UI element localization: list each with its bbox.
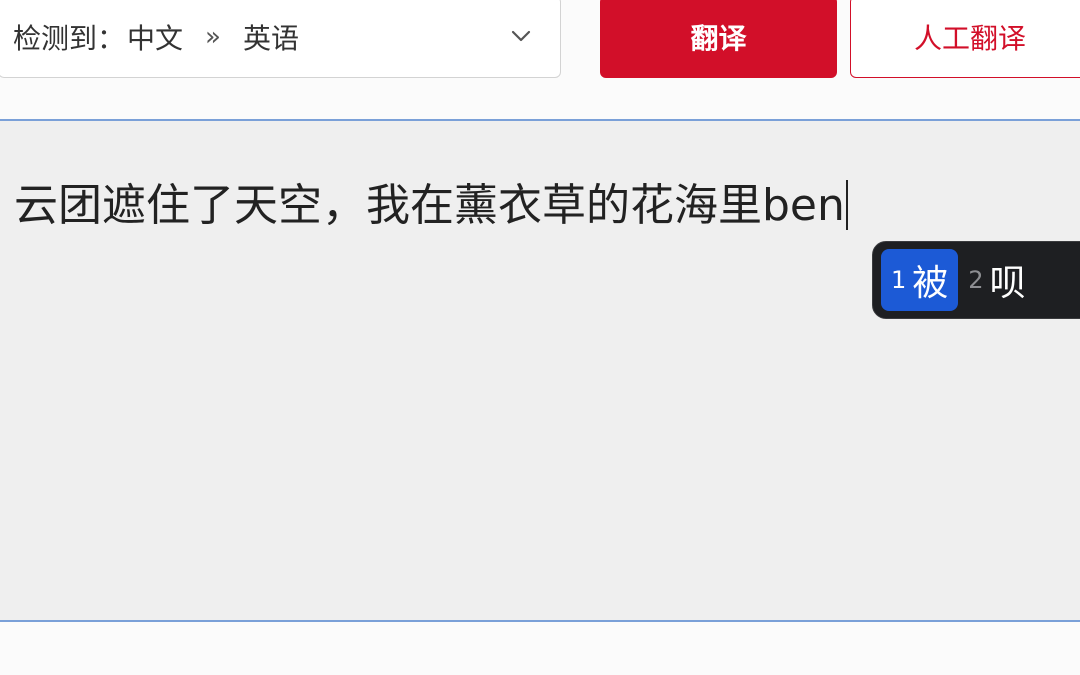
- source-text-content: 云团遮住了天空，我在薰衣草的花海里ben: [14, 169, 848, 233]
- ime-candidate-text: 被: [912, 263, 949, 304]
- source-language-label: 中文: [127, 22, 184, 55]
- chevron-down-icon[interactable]: [510, 25, 532, 47]
- ime-candidate-index: 1: [891, 266, 907, 294]
- ime-candidate-text: 呗: [989, 263, 1026, 304]
- language-direction-select[interactable]: 检测到： 中文 » 英语: [0, 0, 561, 78]
- target-language-label: 英语: [242, 22, 299, 55]
- text-caret: [845, 180, 848, 230]
- direction-arrow-icon: »: [205, 22, 221, 52]
- ime-candidate-2[interactable]: 2 呗: [958, 249, 1035, 311]
- human-translate-button[interactable]: 人工翻译: [850, 0, 1080, 78]
- translator-page: 检测到： 中文 » 英语 翻译 人工翻译 云团遮住了天空，我在薰衣草的花海里be…: [0, 0, 1080, 675]
- detect-language-label: 检测到：: [13, 22, 126, 55]
- source-text-input[interactable]: 云团遮住了天空，我在薰衣草的花海里ben: [0, 119, 1080, 622]
- source-text-value: 云团遮住了天空，我在薰衣草的花海里ben: [14, 180, 845, 231]
- ime-candidate-index: 2: [968, 266, 984, 294]
- ime-candidate-1[interactable]: 1 被: [881, 249, 959, 311]
- ime-candidate-popup: 1 被 2 呗: [872, 241, 1080, 319]
- translate-button[interactable]: 翻译: [600, 0, 837, 78]
